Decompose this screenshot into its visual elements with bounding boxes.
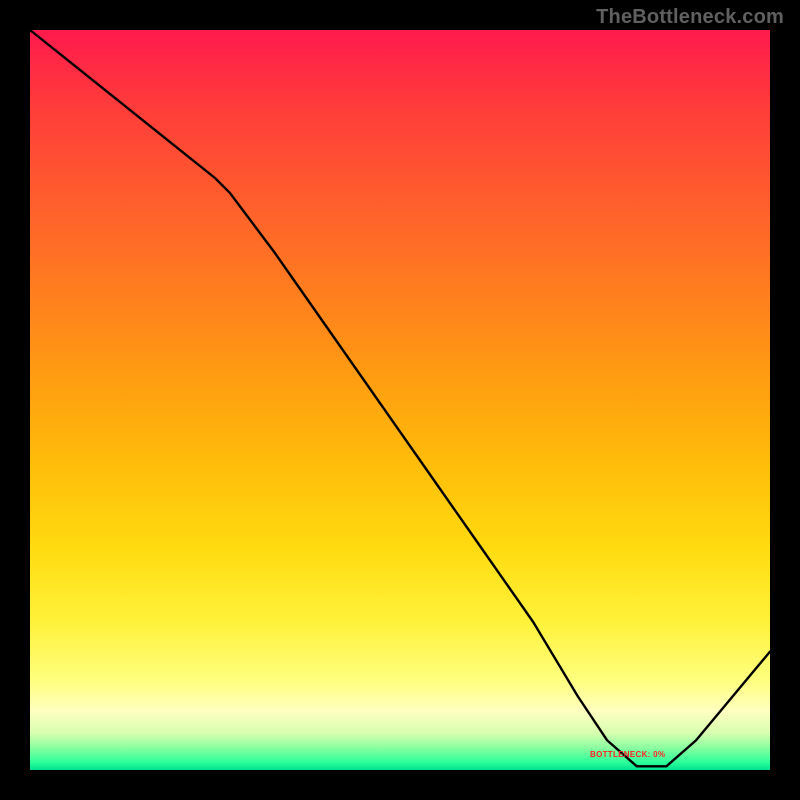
bottleneck-curve	[30, 30, 770, 766]
curve-svg	[30, 30, 770, 770]
chart-container: TheBottleneck.com BOTTLENECK: 0%	[0, 0, 800, 800]
bottleneck-zero-label: BOTTLENECK: 0%	[590, 750, 665, 759]
watermark-text: TheBottleneck.com	[596, 6, 784, 29]
plot-area: BOTTLENECK: 0%	[30, 30, 770, 770]
